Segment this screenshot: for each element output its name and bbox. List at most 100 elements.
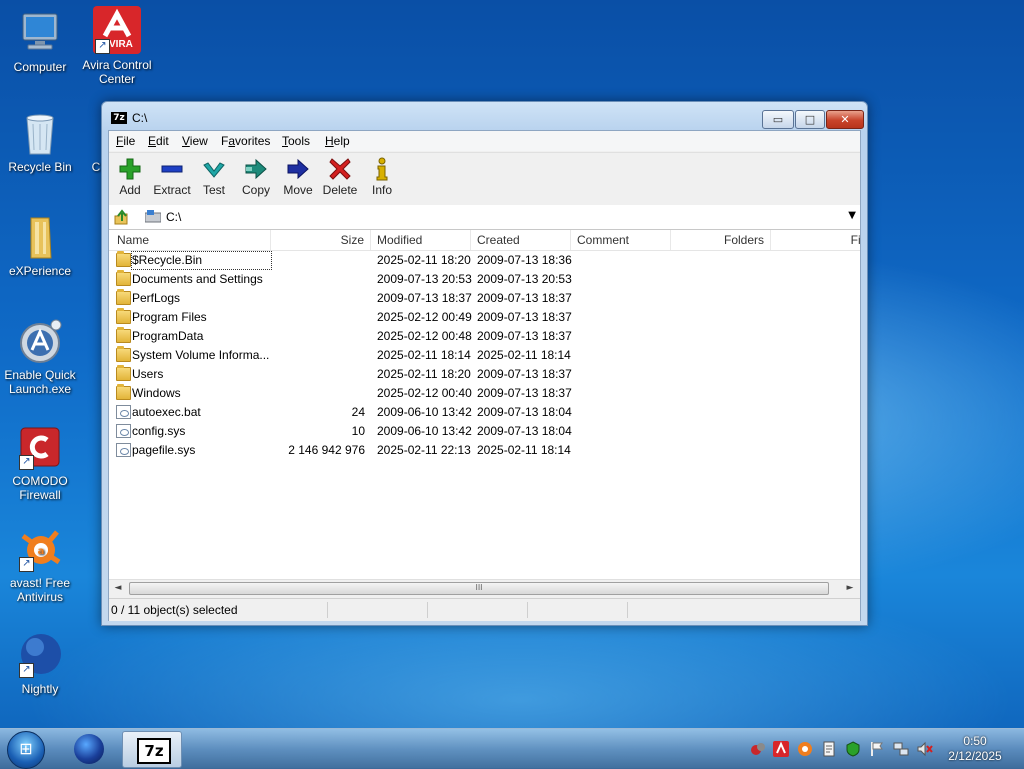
cell-modified: 2025-02-11 18:20 bbox=[377, 367, 471, 381]
shortcut-arrow-icon: ↗ bbox=[95, 39, 110, 54]
start-button[interactable]: ⊞ bbox=[7, 731, 45, 769]
column-name[interactable]: Name bbox=[109, 230, 271, 250]
extract-label: Extract bbox=[153, 183, 191, 197]
add-button[interactable]: Add bbox=[109, 157, 151, 197]
desktop-icon-label: Recycle Bin bbox=[8, 160, 72, 174]
minimize-button[interactable]: ▭ bbox=[762, 110, 794, 129]
svg-text:a: a bbox=[38, 546, 45, 557]
maximize-button[interactable]: □ bbox=[795, 110, 825, 129]
quick-launch-icon bbox=[17, 318, 63, 364]
folder-icon bbox=[116, 270, 131, 286]
folder-icon bbox=[17, 214, 63, 260]
column-files[interactable]: File bbox=[771, 230, 860, 250]
column-size[interactable]: Size bbox=[271, 230, 371, 250]
table-row[interactable]: $Recycle.Bin 2025-02-11 18:20 2009-07-13 1… bbox=[109, 251, 860, 270]
cell-name: PerfLogs bbox=[132, 291, 181, 305]
desktop-icon-label: Enable Quick Launch.exe bbox=[4, 368, 76, 396]
check-icon bbox=[202, 157, 226, 181]
table-row[interactable]: ProgramData 2025-02-12 00:48 2009-07-13 18… bbox=[109, 327, 860, 346]
delete-button[interactable]: Delete bbox=[319, 157, 361, 197]
column-modified[interactable]: Modified bbox=[371, 230, 471, 250]
info-icon bbox=[370, 157, 394, 181]
table-row[interactable]: config.sys 10 2009-06-10 13:42 2009-07-13 1… bbox=[109, 422, 860, 441]
address-dropdown-icon[interactable]: ▼ bbox=[848, 210, 856, 221]
minimize-icon: ▭ bbox=[772, 113, 784, 126]
table-row[interactable]: Users 2025-02-11 18:20 2009-07-13 18:37 bbox=[109, 365, 860, 384]
tray-avira-icon[interactable] bbox=[773, 741, 789, 757]
folder-icon bbox=[116, 346, 131, 362]
menu-file[interactable]: File bbox=[116, 134, 135, 148]
taskbar-clock[interactable]: 0:50 2/12/2025 bbox=[940, 734, 1010, 764]
avira-badge-text: VIRA bbox=[109, 39, 133, 50]
menu-edit[interactable]: Edit bbox=[148, 134, 169, 148]
cell-size bbox=[271, 384, 365, 403]
tray-avast-icon[interactable] bbox=[797, 741, 813, 757]
comodo-icon: ↗ bbox=[17, 424, 63, 470]
column-comment[interactable]: Comment bbox=[571, 230, 671, 250]
desktop-icon-comodo[interactable]: ↗ COMODO Firewall bbox=[0, 424, 80, 502]
title-bar[interactable]: 7z C:\ ▭ □ ✕ bbox=[102, 102, 867, 132]
desktop-icon-nightly[interactable]: ↗ Nightly bbox=[0, 632, 80, 696]
menu-tools[interactable]: Tools bbox=[282, 134, 310, 148]
cell-created: 2009-07-13 18:36 bbox=[477, 253, 572, 267]
menu-view[interactable]: View bbox=[182, 134, 208, 148]
table-row[interactable]: Program Files 2025-02-12 00:49 2009-07-13 … bbox=[109, 308, 860, 327]
tray-network-icon[interactable] bbox=[893, 741, 909, 757]
tray-network-tool-icon[interactable] bbox=[750, 741, 766, 757]
up-folder-button[interactable] bbox=[113, 208, 131, 226]
menu-favorites[interactable]: Favorites bbox=[221, 134, 270, 148]
copy-button[interactable]: Copy bbox=[235, 157, 277, 197]
table-row[interactable]: pagefile.sys 2 146 942 976 2025-02-11 22:1… bbox=[109, 441, 860, 460]
cell-modified: 2009-07-13 18:37 bbox=[377, 291, 472, 305]
desktop-icon-label: avast! Free Antivirus bbox=[9, 576, 71, 604]
column-folders[interactable]: Folders bbox=[671, 230, 771, 250]
test-button[interactable]: Test bbox=[193, 157, 235, 197]
cell-created: 2009-07-13 18:37 bbox=[477, 329, 572, 343]
shortcut-arrow-icon: ↗ bbox=[19, 557, 34, 572]
minus-icon bbox=[160, 157, 184, 181]
move-button[interactable]: Move bbox=[277, 157, 319, 197]
desktop-icon-quick-launch[interactable]: Enable Quick Launch.exe bbox=[0, 318, 80, 396]
status-divider bbox=[627, 602, 628, 618]
info-button[interactable]: Info bbox=[361, 157, 403, 197]
nightly-globe-icon bbox=[74, 734, 104, 764]
desktop-icon-avast[interactable]: a ↗ avast! Free Antivirus bbox=[0, 526, 80, 604]
tray-document-icon[interactable] bbox=[821, 741, 837, 757]
scroll-thumb[interactable]: III bbox=[129, 582, 829, 595]
desktop-icon-experience[interactable]: eXPerience bbox=[0, 214, 80, 278]
cell-created: 2009-07-13 18:37 bbox=[477, 310, 572, 324]
taskbar-sevenzip-button[interactable]: 7z bbox=[122, 731, 182, 768]
desktop-icon-recycle-bin[interactable]: Recycle Bin bbox=[0, 110, 80, 174]
cell-modified: 2025-02-11 18:14 bbox=[377, 348, 471, 362]
table-row[interactable]: Documents and Settings 2009-07-13 20:53 20… bbox=[109, 270, 860, 289]
table-row[interactable]: Windows 2025-02-12 00:40 2009-07-13 18:37 bbox=[109, 384, 860, 403]
cell-name: pagefile.sys bbox=[132, 443, 196, 457]
table-row[interactable]: PerfLogs 2009-07-13 18:37 2009-07-13 18:37 bbox=[109, 289, 860, 308]
menu-help[interactable]: Help bbox=[325, 134, 350, 148]
window-title: C:\ bbox=[132, 111, 148, 125]
desktop-icon-computer[interactable]: Computer bbox=[0, 10, 80, 74]
up-folder-icon bbox=[114, 209, 128, 225]
cell-size bbox=[271, 327, 365, 346]
horizontal-scrollbar[interactable]: ◄ III ► bbox=[109, 579, 860, 597]
column-created[interactable]: Created bbox=[471, 230, 571, 250]
close-button[interactable]: ✕ bbox=[826, 110, 864, 129]
menu-bar: File Edit View Favorites Tools Help bbox=[109, 131, 860, 151]
tray-flag-icon[interactable] bbox=[869, 741, 885, 757]
scroll-left-icon[interactable]: ◄ bbox=[111, 582, 125, 594]
scroll-right-icon[interactable]: ► bbox=[843, 582, 857, 594]
tray-volume-muted-icon[interactable] bbox=[917, 741, 933, 757]
folder-icon bbox=[116, 384, 131, 400]
address-input[interactable]: C:\ bbox=[166, 210, 181, 224]
add-label: Add bbox=[119, 183, 141, 197]
table-row[interactable]: autoexec.bat 24 2009-06-10 13:42 2009-07-13… bbox=[109, 403, 860, 422]
desktop-icon-avira[interactable]: VIRA ↗ Avira Control Center bbox=[77, 6, 157, 86]
tray-security-shield-icon[interactable] bbox=[845, 741, 861, 757]
extract-button[interactable]: Extract bbox=[151, 157, 193, 197]
column-header: Name Size Modified Created Comment Folde… bbox=[109, 230, 860, 251]
taskbar-nightly-button[interactable] bbox=[66, 731, 112, 766]
table-row[interactable]: System Volume Informa... 2025-02-11 18:14… bbox=[109, 346, 860, 365]
clock-date: 2/12/2025 bbox=[948, 749, 1002, 763]
cell-created: 2009-07-13 18:37 bbox=[477, 367, 572, 381]
cell-created: 2025-02-11 18:14 bbox=[477, 348, 571, 362]
